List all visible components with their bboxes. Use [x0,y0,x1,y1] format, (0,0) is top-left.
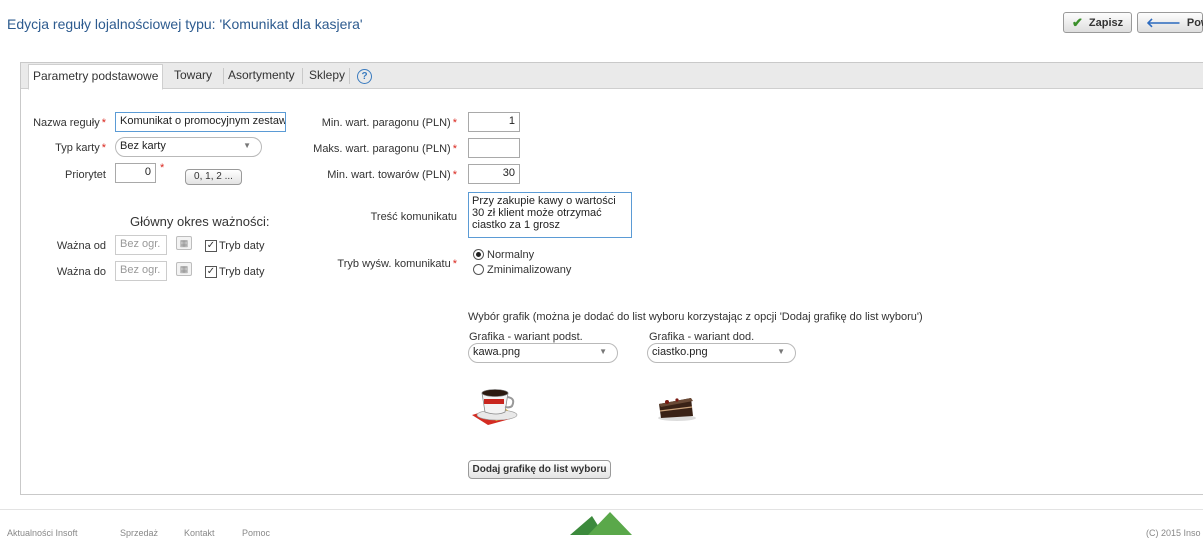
graphic-base-label: Grafika - wariant podst. [469,331,583,343]
back-button-label: Powrót [1186,16,1203,29]
add-graphic-button[interactable]: Dodaj grafikę do list wyboru [468,460,611,479]
tab-divider [302,68,303,84]
required-marker: * [160,162,165,174]
chevron-down-icon: ▼ [777,347,785,356]
tab-assortments[interactable]: Asortymenty [224,64,299,88]
valid-from-date-mode-checkbox[interactable]: ✓ [205,240,217,252]
calendar-icon[interactable]: ▦ [176,262,192,276]
chevron-down-icon: ▼ [243,141,251,150]
tab-divider [349,68,350,84]
footer-divider [0,509,1203,510]
footer-link-sales[interactable]: Sprzedaż [120,528,158,538]
display-mode-normal-label: Normalny [487,249,535,261]
footer-link-help[interactable]: Pomoc [242,528,270,538]
priority-values-button[interactable]: 0, 1, 2 ... [185,169,242,185]
rule-name-input[interactable]: Komunikat o promocyjnym zestawie [115,112,286,132]
graphic-extra-value: ciastko.png [652,346,708,358]
valid-from-label: Ważna od [56,240,106,252]
help-icon[interactable]: ? [357,69,372,84]
message-label: Treść komunikatu [370,211,457,223]
max-receipt-label: Maks. wart. paragonu (PLN) * [313,143,457,155]
page-title: Edycja reguły lojalnościowej typu: 'Komu… [7,16,363,32]
rule-name-label: Nazwa reguły * [33,117,106,129]
min-goods-input[interactable]: 30 [468,164,520,184]
priority-input[interactable]: 0 [115,163,156,183]
valid-to-label: Ważna do [56,266,106,278]
priority-label: Priorytet [65,169,106,181]
tab-goods[interactable]: Towary [170,64,216,88]
display-mode-minimized-label: Zminimalizowany [487,264,572,276]
valid-from-date-mode-label: Tryb daty [219,240,265,252]
arrow-left-icon: 🡐 [1146,14,1181,30]
company-logo [570,512,632,535]
graphics-info-text: Wybór grafik (można je dodać do list wyb… [468,311,923,323]
card-type-label: Typ karty * [55,142,106,154]
valid-from-input[interactable]: Bez ogr. [115,235,167,255]
save-button-label: Zapisz [1088,16,1124,29]
graphic-extra-select[interactable]: ciastko.png ▼ [647,343,796,363]
valid-to-date-mode-checkbox[interactable]: ✓ [205,266,217,278]
footer-link-news[interactable]: Aktualności Insoft [7,528,78,538]
graphic-extra-label: Grafika - wariant dod. [649,331,755,343]
min-goods-label: Min. wart. towarów (PLN) * [327,169,457,181]
graphic-base-value: kawa.png [473,346,521,358]
back-button[interactable]: 🡐 Powrót [1137,12,1203,33]
min-receipt-label: Min. wart. paragonu (PLN) * [321,117,457,129]
validity-section-title: Główny okres ważności: [130,214,270,229]
tab-basic-params[interactable]: Parametry podstawowe [28,64,164,90]
card-type-value: Bez karty [120,140,166,152]
coffee-cup-image [472,389,518,425]
valid-to-date-mode-label: Tryb daty [219,266,265,278]
display-mode-normal-radio[interactable] [473,249,484,260]
card-type-select[interactable]: Bez karty ▼ [115,137,262,157]
tab-shops[interactable]: Sklepy [305,64,349,88]
max-receipt-input[interactable] [468,138,520,158]
checkmark-icon: ✔ [1072,14,1083,30]
min-receipt-input[interactable]: 1 [468,112,520,132]
calendar-icon[interactable]: ▦ [176,236,192,250]
message-textarea[interactable]: Przy zakupie kawy o wartości 30 zł klien… [468,192,632,238]
footer-copyright: (C) 2015 Inso [1146,528,1201,538]
cake-slice-image [658,398,696,421]
graphic-base-select[interactable]: kawa.png ▼ [468,343,618,363]
valid-to-input[interactable]: Bez ogr. [115,261,167,281]
display-mode-label: Tryb wyśw. komunikatu * [337,258,457,270]
save-button[interactable]: ✔ Zapisz [1063,12,1133,33]
display-mode-minimized-radio[interactable] [473,264,484,275]
footer-link-contact[interactable]: Kontakt [184,528,215,538]
chevron-down-icon: ▼ [599,347,607,356]
